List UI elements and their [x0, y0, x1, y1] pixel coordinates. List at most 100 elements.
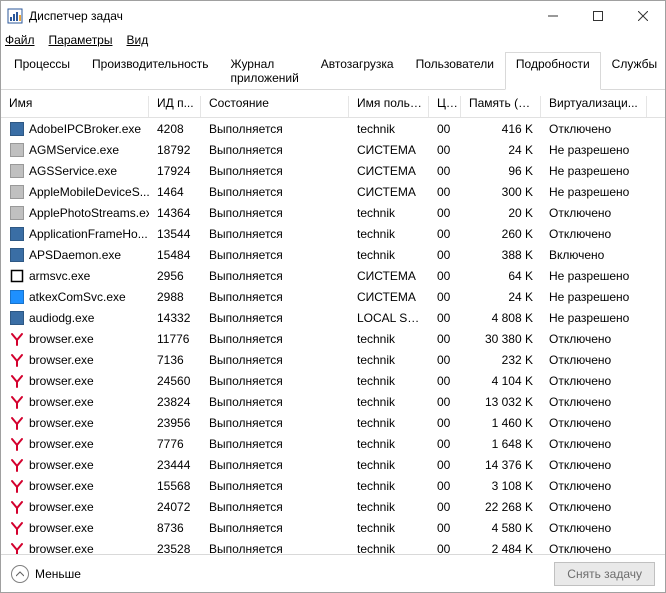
- process-user: technik: [349, 437, 429, 451]
- process-name: AGSService.exe: [29, 164, 117, 178]
- tab-5[interactable]: Подробности: [505, 52, 601, 90]
- process-mem: 3 108 K: [461, 479, 541, 493]
- table-row[interactable]: browser.exe23956Выполняетсяtechnik001 46…: [1, 412, 665, 433]
- process-virt: Не разрешено: [541, 143, 647, 157]
- process-pid: 2988: [149, 290, 201, 304]
- process-virt: Не разрешено: [541, 185, 647, 199]
- end-task-button[interactable]: Снять задачу: [554, 562, 655, 586]
- table-row[interactable]: ApplePhotoStreams.exe14364Выполняетсяtec…: [1, 202, 665, 223]
- process-mem: 388 K: [461, 248, 541, 262]
- fewer-details-button[interactable]: Меньше: [11, 565, 81, 583]
- process-name: browser.exe: [29, 395, 94, 409]
- tab-0[interactable]: Процессы: [3, 52, 81, 90]
- table-row[interactable]: atkexComSvc.exe2988ВыполняетсяСИСТЕМА002…: [1, 286, 665, 307]
- table-row[interactable]: browser.exe24560Выполняетсяtechnik004 10…: [1, 370, 665, 391]
- process-user: СИСТЕМА: [349, 143, 429, 157]
- column-pid[interactable]: ИД п...: [149, 96, 201, 117]
- table-row[interactable]: AppleMobileDeviceS...1464ВыполняетсяСИСТ…: [1, 181, 665, 202]
- process-cpu: 00: [429, 311, 461, 325]
- process-mem: 13 032 K: [461, 395, 541, 409]
- process-virt: Не разрешено: [541, 311, 647, 325]
- tab-1[interactable]: Производительность: [81, 52, 219, 90]
- tab-6[interactable]: Службы: [601, 52, 666, 90]
- process-name: browser.exe: [29, 458, 94, 472]
- minimize-button[interactable]: [530, 1, 575, 31]
- column-state[interactable]: Состояние: [201, 96, 349, 117]
- process-name: audiodg.exe: [29, 311, 94, 325]
- table-row[interactable]: browser.exe23824Выполняетсяtechnik0013 0…: [1, 391, 665, 412]
- process-icon: [9, 373, 25, 389]
- table-row[interactable]: armsvc.exe2956ВыполняетсяСИСТЕМА0064 KНе…: [1, 265, 665, 286]
- table-row[interactable]: browser.exe7136Выполняетсяtechnik00232 K…: [1, 349, 665, 370]
- process-cpu: 00: [429, 122, 461, 136]
- maximize-button[interactable]: [575, 1, 620, 31]
- table-row[interactable]: ApplicationFrameHo...13544Выполняетсяtec…: [1, 223, 665, 244]
- close-button[interactable]: [620, 1, 665, 31]
- process-icon: [9, 352, 25, 368]
- process-cpu: 00: [429, 353, 461, 367]
- menu-view[interactable]: Вид: [126, 33, 148, 47]
- table-row[interactable]: browser.exe24072Выполняетсяtechnik0022 2…: [1, 496, 665, 517]
- process-user: technik: [349, 395, 429, 409]
- process-mem: 1 460 K: [461, 416, 541, 430]
- table-row[interactable]: browser.exe23444Выполняетсяtechnik0014 3…: [1, 454, 665, 475]
- process-name: ApplePhotoStreams.exe: [29, 206, 149, 220]
- table-row[interactable]: AdobeIPCBroker.exe4208Выполняетсяtechnik…: [1, 118, 665, 139]
- process-cpu: 00: [429, 458, 461, 472]
- process-pid: 2956: [149, 269, 201, 283]
- process-cpu: 00: [429, 479, 461, 493]
- menu-file[interactable]: Файл: [5, 33, 35, 47]
- table-row[interactable]: AGSService.exe17924ВыполняетсяСИСТЕМА009…: [1, 160, 665, 181]
- process-virt: Отключено: [541, 395, 647, 409]
- table-row[interactable]: audiodg.exe14332ВыполняетсяLOCAL SE...00…: [1, 307, 665, 328]
- process-pid: 7776: [149, 437, 201, 451]
- table-row[interactable]: browser.exe15568Выполняетсяtechnik003 10…: [1, 475, 665, 496]
- process-name: ApplicationFrameHo...: [29, 227, 148, 241]
- table-row[interactable]: AGMService.exe18792ВыполняетсяСИСТЕМА002…: [1, 139, 665, 160]
- process-cpu: 00: [429, 395, 461, 409]
- table-row[interactable]: browser.exe7776Выполняетсяtechnik001 648…: [1, 433, 665, 454]
- process-state: Выполняется: [201, 290, 349, 304]
- process-virt: Включено: [541, 248, 647, 262]
- footer: Меньше Снять задачу: [1, 554, 665, 592]
- tab-3[interactable]: Автозагрузка: [310, 52, 405, 90]
- process-user: technik: [349, 542, 429, 555]
- process-state: Выполняется: [201, 500, 349, 514]
- process-user: technik: [349, 248, 429, 262]
- process-state: Выполняется: [201, 353, 349, 367]
- process-pid: 1464: [149, 185, 201, 199]
- process-cpu: 00: [429, 248, 461, 262]
- process-user: СИСТЕМА: [349, 290, 429, 304]
- process-state: Выполняется: [201, 542, 349, 555]
- process-pid: 23824: [149, 395, 201, 409]
- column-user[interactable]: Имя польз...: [349, 96, 429, 117]
- menu-options[interactable]: Параметры: [49, 33, 113, 47]
- table-row[interactable]: browser.exe23528Выполняетсяtechnik002 48…: [1, 538, 665, 554]
- column-name[interactable]: Имя: [1, 96, 149, 117]
- process-cpu: 00: [429, 374, 461, 388]
- process-icon: [9, 121, 25, 137]
- process-virt: Отключено: [541, 479, 647, 493]
- column-virt[interactable]: Виртуализаци...: [541, 96, 647, 117]
- process-user: technik: [349, 521, 429, 535]
- process-virt: Не разрешено: [541, 269, 647, 283]
- process-virt: Отключено: [541, 458, 647, 472]
- process-icon: [9, 415, 25, 431]
- table-row[interactable]: APSDaemon.exe15484Выполняетсяtechnik0038…: [1, 244, 665, 265]
- table-row[interactable]: browser.exe8736Выполняетсяtechnik004 580…: [1, 517, 665, 538]
- process-pid: 7136: [149, 353, 201, 367]
- process-name: atkexComSvc.exe: [29, 290, 126, 304]
- process-cpu: 00: [429, 290, 461, 304]
- process-state: Выполняется: [201, 185, 349, 199]
- process-user: technik: [349, 374, 429, 388]
- column-mem[interactable]: Память (а...: [461, 96, 541, 117]
- table-row[interactable]: browser.exe11776Выполняетсяtechnik0030 3…: [1, 328, 665, 349]
- process-user: technik: [349, 122, 429, 136]
- process-state: Выполняется: [201, 437, 349, 451]
- tab-2[interactable]: Журнал приложений: [220, 52, 310, 90]
- tab-4[interactable]: Пользователи: [405, 52, 505, 90]
- process-state: Выполняется: [201, 521, 349, 535]
- task-manager-window: Диспетчер задач Файл Параметры Вид Проце…: [0, 0, 666, 593]
- column-cpu[interactable]: ЦП: [429, 96, 461, 117]
- process-pid: 8736: [149, 521, 201, 535]
